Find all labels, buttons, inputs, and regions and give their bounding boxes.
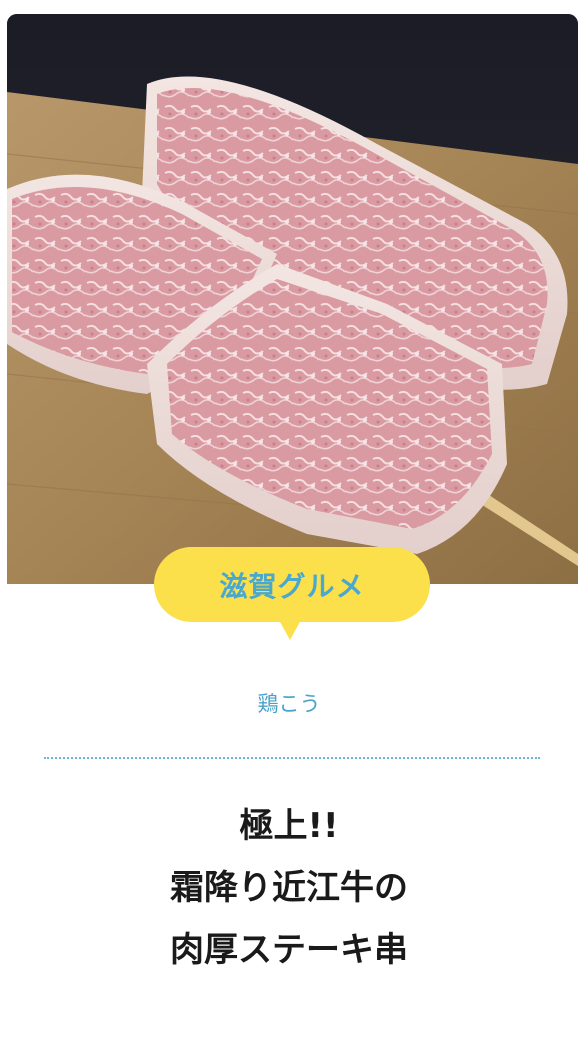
shop-name[interactable]: 鶏こう [0, 688, 578, 718]
article-title-line-1: 極上!! [239, 806, 339, 846]
badge-pointer [279, 620, 301, 640]
article-title-line-3: 肉厚ステーキ串 [170, 930, 408, 970]
article-title-line-2: 霜降り近江牛の [170, 868, 408, 908]
article-card[interactable]: 滋賀グルメ 鶏こう 極上!! 霜降り近江牛の 肉厚ステーキ串 [0, 0, 578, 1048]
article-title[interactable]: 極上!! 霜降り近江牛の 肉厚ステーキ串 [0, 795, 578, 981]
article-photo[interactable] [7, 14, 578, 584]
category-badge[interactable]: 滋賀グルメ [154, 547, 430, 622]
dotted-divider [44, 757, 540, 759]
category-badge-label: 滋賀グルメ [219, 569, 365, 603]
wagyu-skewer-photo [7, 14, 578, 584]
